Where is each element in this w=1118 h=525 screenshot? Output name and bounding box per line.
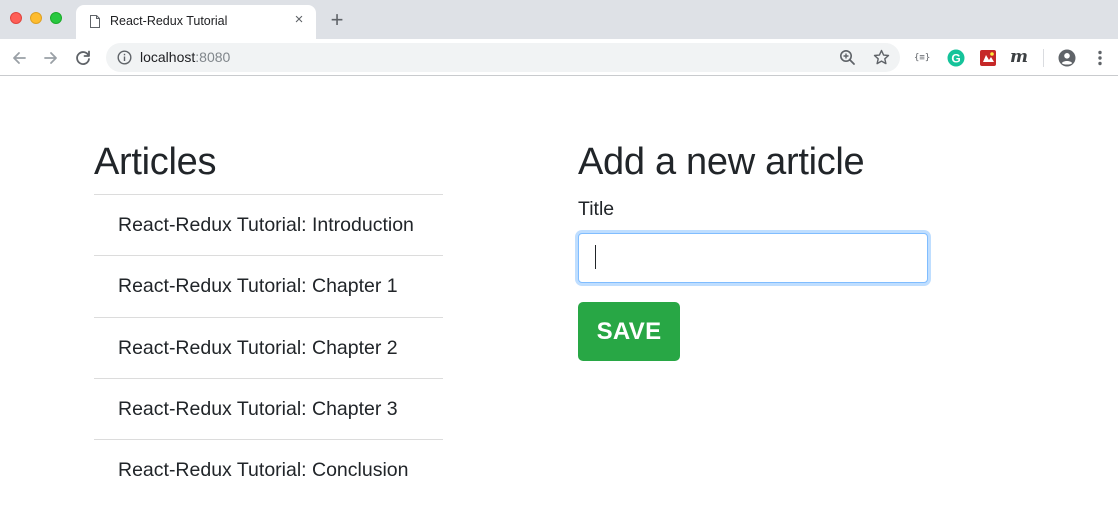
zoom-icon[interactable] xyxy=(838,48,857,67)
page-icon xyxy=(90,15,100,28)
forward-arrow-icon[interactable] xyxy=(40,47,62,69)
browser-tab[interactable]: React-Redux Tutorial × xyxy=(76,5,316,39)
extension-icon[interactable] xyxy=(978,48,998,68)
list-item: React-Redux Tutorial: Chapter 1 xyxy=(94,255,443,316)
list-item: React-Redux Tutorial: Chapter 3 xyxy=(94,377,443,439)
save-button[interactable]: SAVE xyxy=(578,302,680,361)
profile-icon[interactable] xyxy=(1057,48,1077,68)
address-bar[interactable]: localhost:8080 xyxy=(106,43,900,72)
json-viewer-icon[interactable]: {≡} xyxy=(914,48,934,68)
reload-icon[interactable] xyxy=(72,47,94,69)
browser-toolbar: localhost:8080 {≡} G m xyxy=(0,39,1118,76)
page-content: Articles React-Redux Tutorial: Introduct… xyxy=(0,77,1118,525)
m-extension-icon[interactable]: m xyxy=(1010,48,1030,68)
list-item: React-Redux Tutorial: Conclusion xyxy=(94,439,443,500)
title-input[interactable] xyxy=(578,233,928,283)
articles-heading: Articles xyxy=(94,141,217,183)
minimize-window-button[interactable] xyxy=(30,12,42,24)
kebab-menu-icon[interactable] xyxy=(1090,48,1110,68)
url-host: localhost xyxy=(140,49,196,65)
title-label: Title xyxy=(578,198,615,220)
close-tab-icon[interactable]: × xyxy=(292,12,306,27)
tab-title: React-Redux Tutorial xyxy=(110,14,228,28)
add-article-heading: Add a new article xyxy=(578,141,865,183)
url-port: :8080 xyxy=(195,49,231,65)
tab-strip: React-Redux Tutorial × + xyxy=(0,0,1118,39)
article-list: React-Redux Tutorial: Introduction React… xyxy=(94,194,443,500)
svg-text:G: G xyxy=(951,52,960,66)
toolbar-divider xyxy=(1043,49,1044,67)
close-window-button[interactable] xyxy=(10,12,22,24)
grammarly-icon[interactable]: G xyxy=(946,48,966,68)
new-tab-icon[interactable]: + xyxy=(326,9,348,31)
info-icon[interactable] xyxy=(117,50,132,65)
back-arrow-icon[interactable] xyxy=(8,47,30,69)
text-caret xyxy=(595,245,596,269)
list-item: React-Redux Tutorial: Chapter 2 xyxy=(94,316,443,378)
list-item: React-Redux Tutorial: Introduction xyxy=(94,194,443,255)
url-text: localhost:8080 xyxy=(140,49,230,65)
star-icon[interactable] xyxy=(872,48,891,67)
maximize-window-button[interactable] xyxy=(50,12,62,24)
